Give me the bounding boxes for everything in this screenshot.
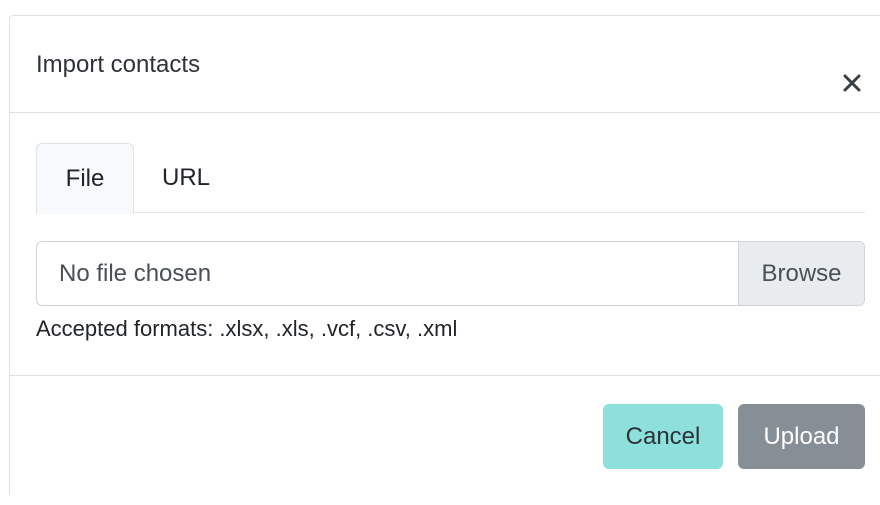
tab-file[interactable]: File: [36, 143, 134, 214]
modal-header: Import contacts: [10, 16, 880, 113]
tab-url[interactable]: URL: [134, 143, 238, 213]
modal-footer: Cancel Upload: [10, 375, 880, 505]
upload-button[interactable]: Upload: [738, 404, 865, 469]
import-contacts-modal: Import contacts File URL No file chosen …: [9, 15, 880, 495]
modal-title: Import contacts: [36, 51, 201, 78]
accepted-formats-help: Accepted formats: .xlsx, .xls, .vcf, .cs…: [36, 316, 458, 341]
close-button[interactable]: [838, 69, 866, 97]
browse-button[interactable]: Browse: [738, 242, 864, 305]
import-source-tabs: File URL: [36, 143, 865, 214]
file-input-value: No file chosen: [59, 260, 212, 287]
file-input[interactable]: No file chosen Browse: [36, 241, 865, 306]
close-icon: [843, 74, 861, 92]
cancel-button[interactable]: Cancel: [603, 404, 723, 469]
